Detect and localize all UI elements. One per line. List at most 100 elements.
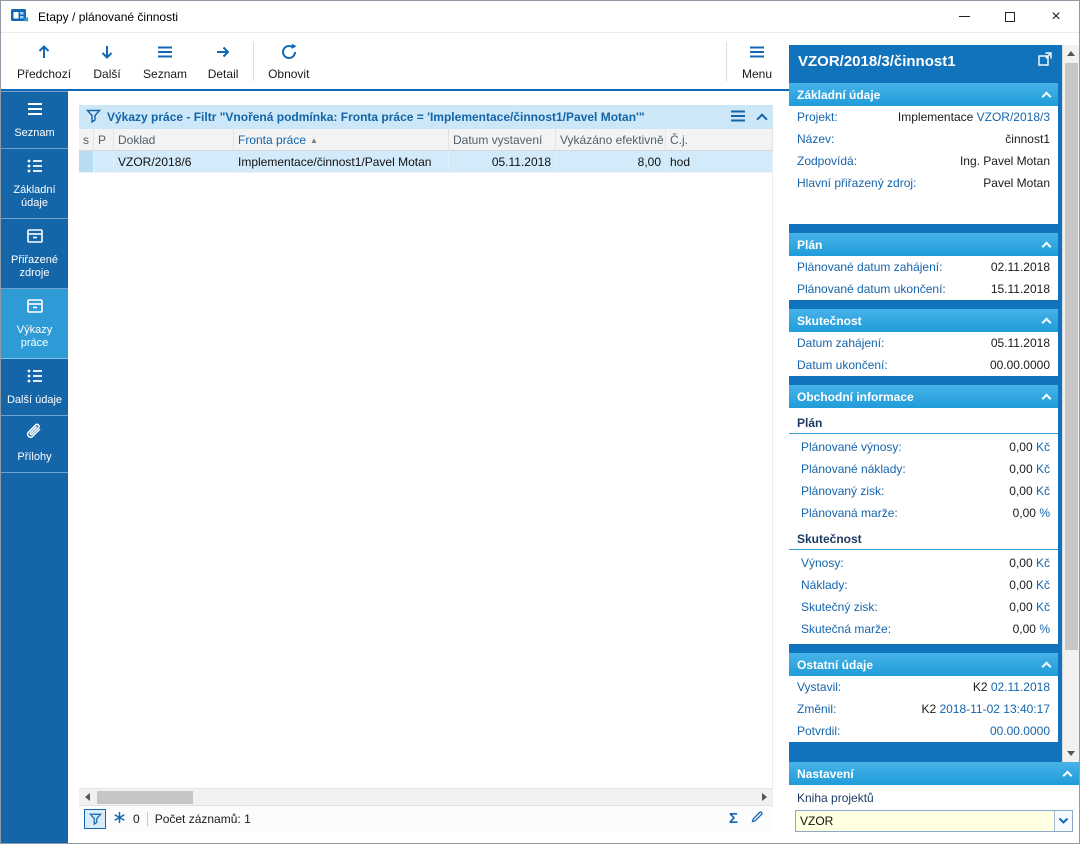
filter-icon[interactable] (85, 109, 102, 126)
value-text: 0,00 (1009, 600, 1033, 614)
minimize-button[interactable] (941, 1, 987, 32)
field-label: Skutečná marže: (801, 622, 892, 636)
list-label: Seznam (143, 66, 188, 81)
value-unit: Kč (1032, 578, 1050, 592)
value-unit: Kč (1032, 484, 1050, 498)
field-label: Plánované datum ukončení: (797, 282, 946, 296)
field-label: Plánované náklady: (801, 462, 906, 476)
row-cell-fronta: Implementace/činnost1/Pavel Motan (234, 151, 449, 172)
section-header[interactable]: Obchodní informace (789, 385, 1058, 408)
box-icon (25, 296, 45, 320)
row-selector-cell[interactable] (79, 151, 94, 172)
sidebar-item-label: Přílohy (17, 451, 52, 463)
detail-button[interactable]: Detail (197, 37, 249, 86)
record-count: Počet záznamů: 1 (154, 811, 251, 826)
condition-icon[interactable] (113, 811, 126, 827)
panel-vertical-scrollbar[interactable] (1062, 45, 1079, 762)
previous-button[interactable]: Předchozí (7, 37, 81, 86)
hamburger-icon (748, 43, 766, 64)
grid-menu-icon[interactable] (730, 109, 746, 126)
value-text: 0,00 (1009, 440, 1033, 454)
field-label: Projekt: (797, 110, 838, 124)
scroll-up-button[interactable] (1063, 45, 1080, 62)
section-header[interactable]: Skutečnost (789, 309, 1058, 332)
column-header-cj[interactable]: Č.j. (666, 129, 773, 150)
section-header[interactable]: Ostatní údaje (789, 653, 1058, 676)
column-header-datum-vystaveni[interactable]: Datum vystavení (449, 129, 556, 150)
open-in-window-icon[interactable] (1037, 51, 1053, 71)
section-body: Vystavil: K2 02.11.2018 Změnil: K2 2018-11… (789, 676, 1058, 742)
value-unit: Kč (1032, 440, 1050, 454)
horizontal-scrollbar[interactable] (79, 788, 773, 805)
combo-value[interactable]: VZOR (796, 811, 1054, 831)
column-header-fronta-prace[interactable]: Fronta práce ▲ (234, 129, 449, 150)
section-ostatni-udaje: Ostatní údaje Vystavil: K2 02.11.2018 Změ… (789, 653, 1058, 742)
value-link[interactable]: 00.00.0000 (990, 724, 1050, 738)
grid-filter-header: Výkazy práce - Filtr "Vnořená podmínka: … (79, 105, 773, 129)
combo-dropdown-button[interactable] (1054, 811, 1072, 831)
section-body: Plánované datum zahájení: 02.11.2018 Plán… (789, 256, 1058, 300)
row-cell-datum: 05.11.2018 (449, 151, 556, 172)
scrollbar-track[interactable] (1063, 62, 1079, 745)
sidebar-item-prirazene-zdroje[interactable]: Přiřazené zdroje (1, 219, 68, 289)
section-header[interactable]: Nastavení (789, 762, 1079, 785)
column-header-s[interactable]: s (79, 129, 94, 150)
sidebar-item-seznam[interactable]: Seznam (1, 91, 68, 149)
section-header-label: Obchodní informace (797, 389, 914, 404)
close-button[interactable]: × (1033, 1, 1079, 32)
field-row: Plánované výnosy: 0,00 Kč (789, 436, 1058, 458)
field-row: Hlavní přiřazený zdroj: Pavel Motan (789, 172, 1058, 194)
section-body: Plán Plánované výnosy: 0,00 Kč Plánované … (789, 408, 1058, 644)
value-link[interactable]: 2018-11-02 13:40:17 (939, 702, 1050, 716)
sidebar-item-dalsi-udaje[interactable]: Další údaje (1, 359, 68, 416)
menu-button[interactable]: Menu (731, 37, 783, 86)
app-window: Etapy / plánované činnosti × Předchozí D… (0, 0, 1080, 844)
section-header[interactable]: Základní údaje (789, 83, 1058, 106)
book-of-projects-combo[interactable]: VZOR (795, 810, 1073, 832)
sidebar-item-zakladni-udaje[interactable]: Základní údaje (1, 149, 68, 219)
scroll-down-button[interactable] (1063, 745, 1080, 762)
field-row: Plánované náklady: 0,00 Kč (789, 458, 1058, 480)
field-value: 0,00 Kč (1009, 484, 1050, 498)
collapse-grid-icon[interactable] (756, 113, 768, 125)
row-cell-p (94, 151, 114, 172)
section-body: Kniha projektů VZOR (789, 785, 1079, 843)
sidebar-item-vykazy-prace[interactable]: Výkazy práce (1, 289, 68, 359)
window-title: Etapy / plánované činnosti (38, 9, 179, 24)
field-label: Výnosy: (801, 556, 844, 570)
column-header-vykazano[interactable]: Vykázáno efektivně (556, 129, 666, 150)
maximize-button[interactable] (987, 1, 1033, 32)
sidebar-item-prilohy[interactable]: Přílohy (1, 416, 68, 473)
sidebar-item-label: Další údaje (6, 394, 63, 406)
field-value: 0,00 Kč (1009, 556, 1050, 570)
sum-icon[interactable]: Σ (729, 811, 738, 826)
chevron-up-icon (1041, 91, 1052, 102)
column-header-p[interactable]: P (94, 129, 114, 150)
field-value: 00.00.0000 (990, 724, 1050, 738)
list-button[interactable]: Seznam (133, 37, 197, 86)
value-text: K2 (921, 702, 940, 716)
edit-pencil-icon[interactable] (750, 810, 764, 827)
field-value: 0,00 Kč (1009, 600, 1050, 614)
refresh-button[interactable]: Obnovit (258, 37, 319, 86)
column-header-doklad[interactable]: Doklad (114, 129, 234, 150)
field-label: Potvrdil: (797, 724, 841, 738)
field-row: Skutečný zisk: 0,00 Kč (789, 596, 1058, 618)
scroll-left-button[interactable] (79, 789, 96, 806)
condition-count: 0 (133, 811, 140, 826)
scroll-right-button[interactable] (756, 789, 773, 806)
table-row[interactable]: VZOR/2018/6 Implementace/činnost1/Pavel … (79, 151, 773, 173)
next-button[interactable]: Další (81, 37, 133, 86)
row-cell-vykazano: 8,00 (556, 151, 666, 172)
scrollbar-thumb[interactable] (97, 790, 193, 804)
field-value: 00.00.0000 (989, 358, 1050, 372)
field-label: Vystavil: (797, 680, 842, 694)
value-link[interactable]: 02.11.2018 (991, 680, 1050, 694)
field-label: Plánovaný zisk: (801, 484, 885, 498)
scrollbar-thumb[interactable] (1065, 63, 1078, 651)
value-link[interactable]: VZOR/2018/3 (977, 110, 1050, 124)
value-unit: Kč (1032, 600, 1050, 614)
form-icon (25, 156, 45, 180)
filter-active-button[interactable] (84, 808, 106, 829)
section-header[interactable]: Plán (789, 233, 1058, 256)
